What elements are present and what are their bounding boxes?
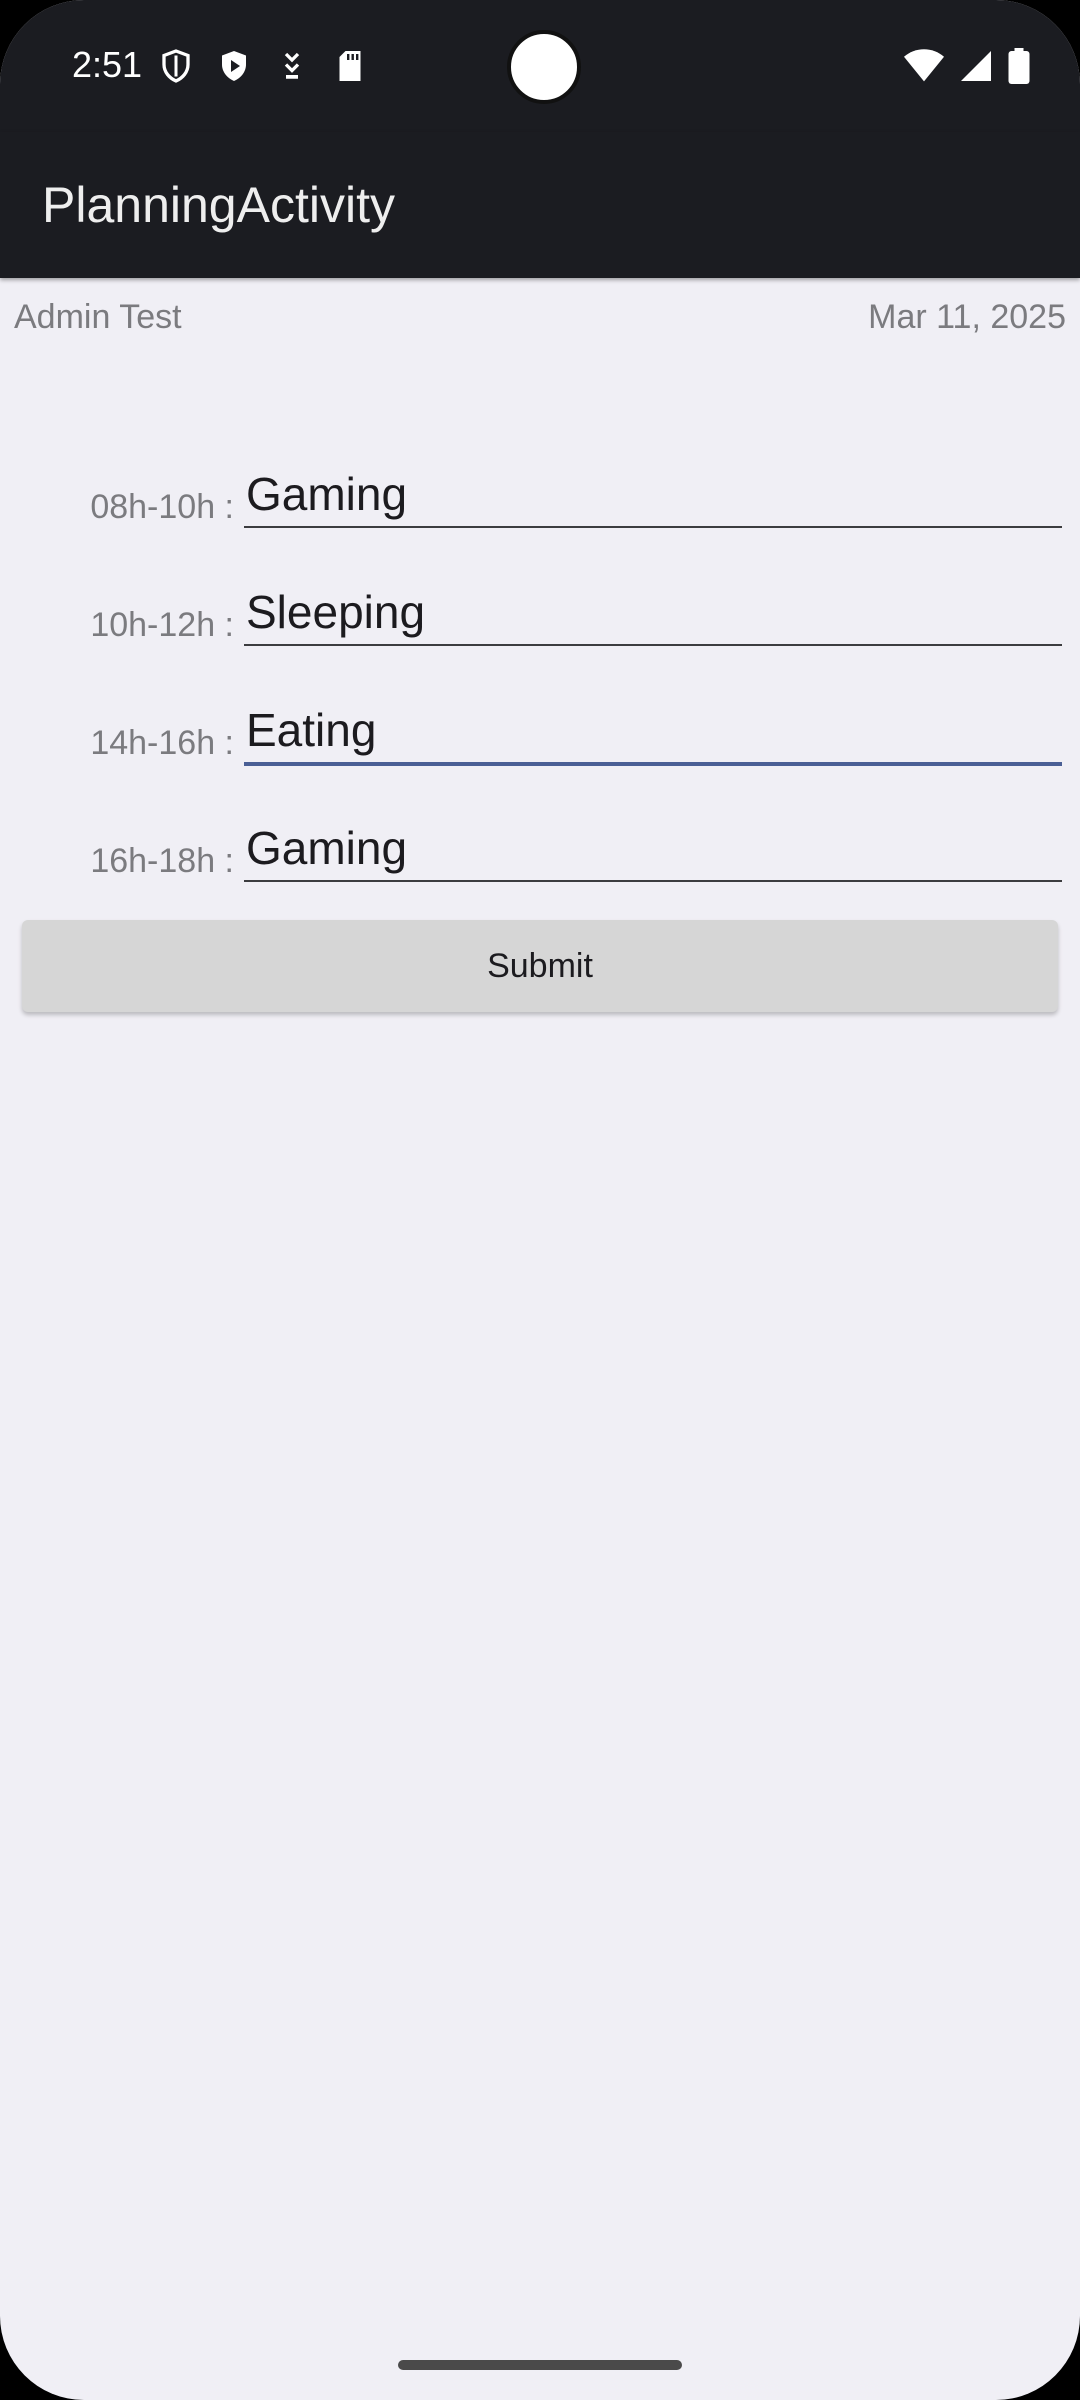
submit-button[interactable]: Submit [22, 920, 1058, 1012]
sd-card-icon [339, 51, 361, 81]
activity-input-16h-18h[interactable] [244, 816, 1062, 882]
battery-icon [1008, 48, 1030, 84]
plan-row-2: 10h-12h : [0, 580, 1080, 670]
app-bar: PlanningActivity [0, 132, 1080, 278]
phone-screen: 2:51 PlanningActivity Admin Test Mar 11,… [0, 0, 1080, 2400]
current-date: Mar 11, 2025 [868, 298, 1066, 336]
download-icon [284, 52, 300, 79]
plan-row-3: 14h-16h : [0, 698, 1080, 788]
status-time: 2:51 [72, 44, 143, 85]
plan-row-1: 08h-10h : [0, 462, 1080, 552]
time-slot-label: 14h-16h : [90, 724, 234, 762]
play-protect-icon [222, 51, 246, 81]
user-name: Admin Test [14, 298, 182, 336]
status-bar: 2:51 [0, 0, 1080, 132]
page-title: PlanningActivity [42, 177, 395, 233]
status-icons-left [158, 48, 368, 84]
shield-icon [162, 49, 190, 83]
time-slot-label: 10h-12h : [90, 606, 234, 644]
status-icons-right [904, 48, 1030, 84]
home-indicator[interactable] [398, 2360, 682, 2370]
activity-input-10h-12h[interactable] [244, 580, 1062, 646]
activity-input-14h-16h[interactable] [244, 698, 1062, 766]
time-slot-label: 16h-18h : [90, 842, 234, 880]
time-slot-label: 08h-10h : [90, 488, 234, 526]
camera-cutout [507, 30, 581, 104]
activity-input-08h-10h[interactable] [244, 462, 1062, 528]
plan-row-4: 16h-18h : [0, 816, 1080, 906]
cell-signal-icon [961, 51, 991, 81]
wifi-icon [904, 49, 944, 82]
